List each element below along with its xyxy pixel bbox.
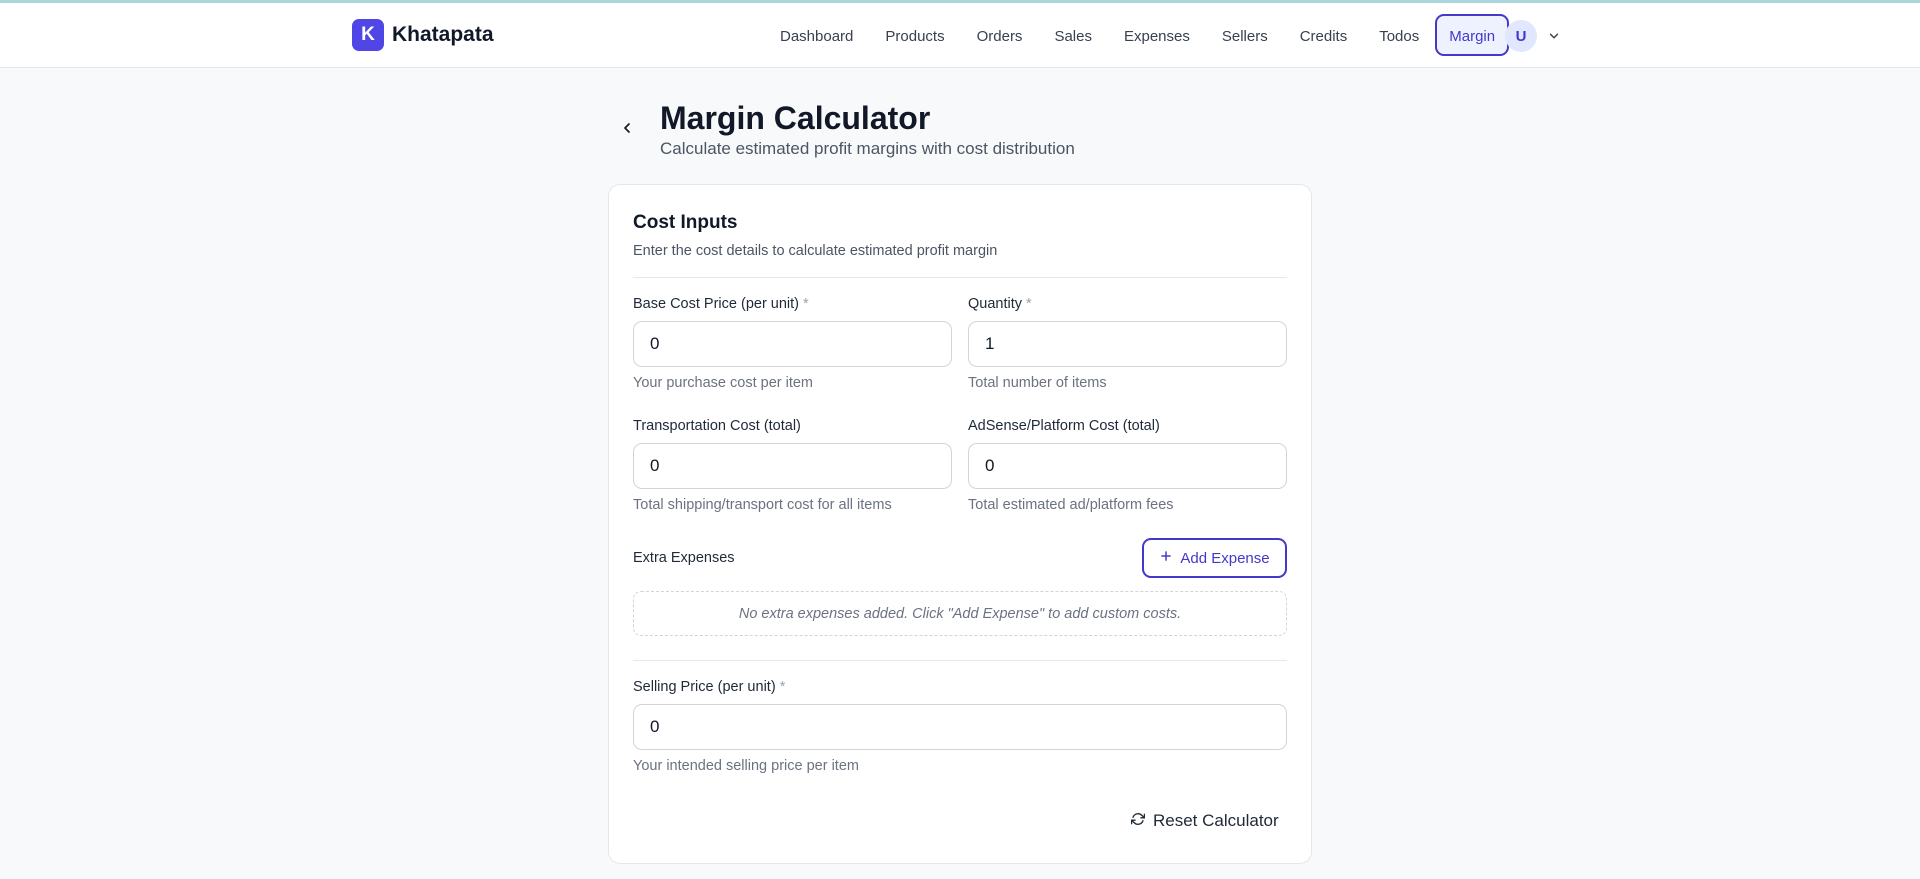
nav-item-orders[interactable]: Orders	[961, 14, 1039, 56]
extra-expenses-empty-state: No extra expenses added. Click "Add Expe…	[633, 591, 1287, 636]
add-expense-button[interactable]: Add Expense	[1142, 538, 1287, 578]
selling-price-hint: Your intended selling price per item	[633, 758, 859, 774]
avatar[interactable]: U	[1505, 20, 1537, 52]
selling-price-input[interactable]	[633, 704, 1287, 750]
transport-label: Transportation Cost (total)	[633, 418, 801, 434]
transport-hint: Total shipping/transport cost for all it…	[633, 497, 892, 513]
base-cost-hint: Your purchase cost per item	[633, 375, 814, 391]
card-description: Enter the cost details to calculate esti…	[633, 243, 998, 259]
nav-item-todos[interactable]: Todos	[1363, 14, 1435, 56]
selling-price-label-text: Selling Price (per unit)	[633, 679, 776, 695]
brand-logo: K	[352, 19, 384, 51]
nav-item-sellers[interactable]: Sellers	[1206, 14, 1284, 56]
adsense-hint: Total estimated ad/platform fees	[968, 497, 1174, 513]
page-title: Margin Calculator	[660, 100, 931, 136]
quantity-label-text: Quantity	[968, 296, 1022, 312]
extra-expenses-label: Extra Expenses	[633, 550, 735, 566]
back-button[interactable]	[615, 118, 639, 142]
chevron-left-icon	[619, 120, 635, 141]
required-mark: *	[1026, 296, 1032, 312]
quantity-hint: Total number of items	[968, 375, 1107, 391]
reset-calculator-label: Reset Calculator	[1153, 811, 1279, 830]
main-nav: Dashboard Products Orders Sales Expenses…	[764, 14, 1510, 56]
nav-item-margin[interactable]: Margin	[1435, 14, 1510, 56]
quantity-label: Quantity *	[968, 296, 1032, 312]
refresh-icon	[1130, 811, 1146, 831]
chevron-down-icon[interactable]	[1545, 27, 1563, 45]
user-menu[interactable]: U	[1505, 20, 1563, 52]
base-cost-label: Base Cost Price (per unit) *	[633, 296, 809, 312]
divider	[633, 660, 1287, 661]
nav-item-products[interactable]: Products	[869, 14, 960, 56]
top-navbar: K Khatapata Dashboard Products Orders Sa…	[0, 3, 1920, 68]
divider	[633, 277, 1287, 278]
adsense-label: AdSense/Platform Cost (total)	[968, 418, 1160, 434]
reset-calculator-button[interactable]: Reset Calculator	[1117, 805, 1293, 837]
nav-item-dashboard[interactable]: Dashboard	[764, 14, 869, 56]
nav-item-expenses[interactable]: Expenses	[1108, 14, 1206, 56]
plus-icon	[1159, 549, 1173, 567]
required-mark: *	[779, 679, 786, 695]
quantity-input[interactable]	[968, 321, 1287, 367]
base-cost-input[interactable]	[633, 321, 952, 367]
add-expense-label: Add Expense	[1180, 549, 1270, 567]
brand[interactable]: K Khatapata	[352, 19, 494, 51]
nav-item-credits[interactable]: Credits	[1284, 14, 1364, 56]
selling-price-label: Selling Price (per unit) *	[633, 679, 785, 695]
required-mark: *	[803, 296, 809, 312]
adsense-input[interactable]	[968, 443, 1287, 489]
transport-input[interactable]	[633, 443, 952, 489]
brand-name: Khatapata	[392, 23, 494, 46]
base-cost-label-text: Base Cost Price (per unit)	[633, 296, 800, 312]
card-title: Cost Inputs	[633, 212, 738, 233]
page-subtitle: Calculate estimated profit margins with …	[660, 139, 1075, 158]
nav-item-sales[interactable]: Sales	[1038, 14, 1108, 56]
cost-inputs-card: Cost Inputs Enter the cost details to ca…	[608, 184, 1312, 864]
